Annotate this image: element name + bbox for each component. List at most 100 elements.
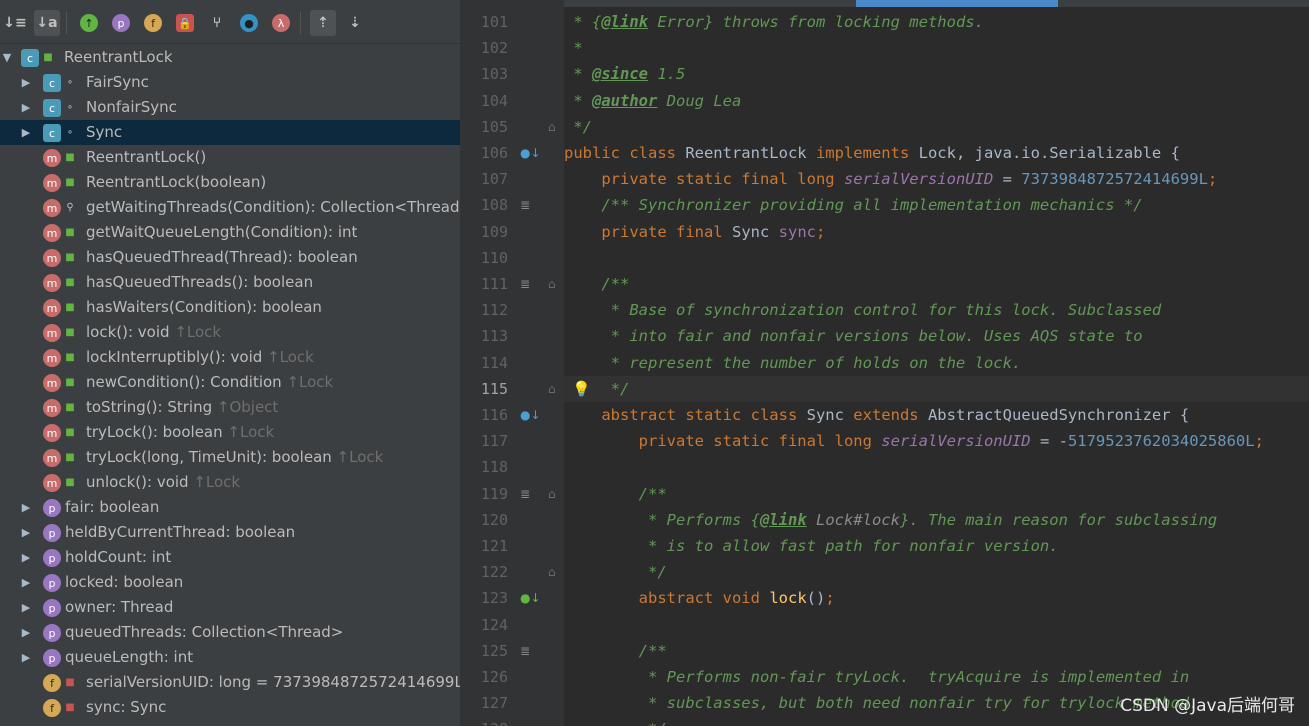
doc-comment-icon[interactable]: ≣ xyxy=(520,481,530,507)
structure-item[interactable]: ▶ c ∘ FairSync xyxy=(0,70,460,95)
show-anonymous-button[interactable]: ● xyxy=(236,10,262,36)
fold-marker-icon[interactable]: ⌂ xyxy=(548,271,556,297)
structure-item[interactable]: m ■ hasQueuedThread(Thread): boolean xyxy=(0,245,460,270)
code-line[interactable]: */ xyxy=(564,559,667,585)
structure-item[interactable]: m ■ tryLock(): boolean ↑Lock xyxy=(0,420,460,445)
structure-item-label: ReentrantLock xyxy=(64,45,173,70)
doc-comment-icon[interactable]: ≣ xyxy=(520,271,530,297)
expand-arrow-closed-icon[interactable]: ▶ xyxy=(19,620,33,645)
structure-item[interactable]: m ■ lock(): void ↑Lock xyxy=(0,320,460,345)
code-line[interactable]: /** xyxy=(564,481,667,507)
code-line[interactable]: * into fair and nonfair versions below. … xyxy=(564,323,1143,349)
structure-item[interactable]: m ■ hasWaiters(Condition): boolean xyxy=(0,295,460,320)
autoscroll-from-source-icon: ⇣ xyxy=(349,15,361,31)
code-line[interactable]: * subclasses, but both need nonfair try … xyxy=(564,690,1199,716)
code-line[interactable]: /** xyxy=(564,271,629,297)
structure-item[interactable]: m ■ toString(): String ↑Object xyxy=(0,395,460,420)
autoscroll-to-source-button[interactable]: ⇡ xyxy=(310,10,336,36)
intention-bulb-icon[interactable]: 💡 xyxy=(572,376,591,402)
code-line[interactable]: * @author Doug Lea xyxy=(564,88,741,114)
expand-arrow-closed-icon[interactable]: ▶ xyxy=(19,95,33,120)
show-non-public-button[interactable]: 🔒 xyxy=(172,10,198,36)
structure-item[interactable]: ▶ p queuedThreads: Collection<Thread> xyxy=(0,620,460,645)
structure-item[interactable]: ▶ c ∘ Sync xyxy=(0,120,460,145)
expand-arrow-closed-icon[interactable]: ▶ xyxy=(19,570,33,595)
class-icon: c xyxy=(43,99,61,117)
sort-visibility-button[interactable]: ↓≡ xyxy=(2,10,28,36)
show-properties-button[interactable]: p xyxy=(108,10,134,36)
expand-arrow-closed-icon[interactable]: ▶ xyxy=(19,545,33,570)
structure-item[interactable]: m ■ tryLock(long, TimeUnit): boolean ↑Lock xyxy=(0,445,460,470)
expand-arrow-closed-icon[interactable]: ▶ xyxy=(19,120,33,145)
fold-marker-icon[interactable]: ⌂ xyxy=(548,559,556,585)
structure-item-label: queueLength: int xyxy=(65,645,193,670)
structure-item[interactable]: m ⚲ getWaitingThreads(Condition): Collecti… xyxy=(0,195,460,220)
structure-item[interactable]: m ■ hasQueuedThreads(): boolean xyxy=(0,270,460,295)
structure-item[interactable]: ▶ p locked: boolean xyxy=(0,570,460,595)
structure-item[interactable]: m ■ newCondition(): Condition ↑Lock xyxy=(0,370,460,395)
structure-item[interactable]: m ■ ReentrantLock() xyxy=(0,145,460,170)
doc-comment-icon[interactable]: ≣ xyxy=(520,638,530,664)
item-signature: NonfairSync xyxy=(86,98,177,116)
override-marker-icon[interactable]: ●↓ xyxy=(520,402,541,428)
structure-item[interactable]: ▶ p heldByCurrentThread: boolean xyxy=(0,520,460,545)
structure-item[interactable]: f ■ serialVersionUID: long = 7373984872572… xyxy=(0,670,460,695)
expand-arrow-closed-icon[interactable]: ▶ xyxy=(19,595,33,620)
code-line[interactable]: abstract static class Sync extends Abstr… xyxy=(564,402,1189,428)
code-line[interactable]: * Performs non-fair tryLock. tryAcquire … xyxy=(564,664,1189,690)
fold-marker-icon[interactable]: ⌂ xyxy=(548,376,556,402)
sort-alpha-button[interactable]: ↓a xyxy=(34,10,60,36)
code-line[interactable]: */ xyxy=(564,114,592,140)
property-icon: p xyxy=(43,574,61,592)
expand-arrow-closed-icon[interactable]: ▶ xyxy=(19,70,33,95)
override-marker-icon[interactable]: ●↓ xyxy=(520,140,541,166)
code-line[interactable]: private final Sync sync; xyxy=(564,219,825,245)
code-line[interactable]: public class ReentrantLock implements Lo… xyxy=(564,140,1180,166)
structure-item[interactable]: f ■ sync: Sync xyxy=(0,695,460,720)
code-line[interactable]: * {@link Error} throws from locking meth… xyxy=(564,9,984,35)
structure-item[interactable]: ▶ p owner: Thread xyxy=(0,595,460,620)
show-lambda-button[interactable]: λ xyxy=(268,10,294,36)
expand-arrow-closed-icon[interactable]: ▶ xyxy=(19,645,33,670)
code-line[interactable]: /** xyxy=(564,638,667,664)
expand-arrow-closed-icon[interactable]: ▶ xyxy=(19,520,33,545)
show-inherited-button[interactable]: ↑ xyxy=(76,10,102,36)
structure-item[interactable]: m ■ getWaitQueueLength(Condition): int xyxy=(0,220,460,245)
watermark: CSDN @Java后端何哥 xyxy=(1120,696,1295,716)
fold-marker-icon[interactable]: ⌂ xyxy=(548,481,556,507)
code-line[interactable]: private static final long serialVersionU… xyxy=(564,166,1217,192)
code-line[interactable]: private static final long serialVersionU… xyxy=(564,428,1264,454)
code-line[interactable]: * Base of synchronization control for th… xyxy=(564,297,1162,323)
show-lambdas-button[interactable]: ⑂ xyxy=(204,10,230,36)
expand-arrow-closed-icon[interactable]: ▶ xyxy=(19,495,33,520)
code-editor[interactable]: 101 102 103 104 105 106 107 108 109 110 111 112 113 1… xyxy=(460,0,1309,726)
code-line[interactable]: */ xyxy=(564,716,667,726)
code-line[interactable]: * is to allow fast path for nonfair vers… xyxy=(564,533,1059,559)
implemented-marker-icon[interactable]: ●↓ xyxy=(520,585,541,611)
structure-item[interactable]: ▶ p holdCount: int xyxy=(0,545,460,570)
editor-gutter[interactable]: 101 102 103 104 105 106 107 108 109 110 111 112 113 1… xyxy=(460,0,564,726)
structure-item[interactable]: ▶ p queueLength: int xyxy=(0,645,460,670)
code-line[interactable]: * @since 1.5 xyxy=(564,61,685,87)
public-unlock-icon: ■ xyxy=(65,326,75,338)
code-line[interactable]: * represent the number of holds on the l… xyxy=(564,350,1022,376)
code-line[interactable]: abstract void lock(); xyxy=(564,585,835,611)
structure-item[interactable]: ▶ p fair: boolean xyxy=(0,495,460,520)
doc-comment-icon[interactable]: ≣ xyxy=(520,192,530,218)
code-line[interactable]: * Performs {@link Lock#lock}. The main r… xyxy=(564,507,1217,533)
expand-arrow-open-icon[interactable]: ▼ xyxy=(0,45,14,70)
structure-item[interactable]: m ■ unlock(): void ↑Lock xyxy=(0,470,460,495)
structure-item[interactable]: m ■ lockInterruptibly(): void ↑Lock xyxy=(0,345,460,370)
structure-item[interactable]: m ■ ReentrantLock(boolean) xyxy=(0,170,460,195)
structure-item[interactable]: ▶ c ∘ NonfairSync xyxy=(0,95,460,120)
code-line[interactable]: /** Synchronizer providing all implement… xyxy=(564,192,1142,218)
code-line[interactable]: * xyxy=(564,35,582,61)
method-icon: m xyxy=(43,449,61,467)
show-fields-button[interactable]: f xyxy=(140,10,166,36)
fold-marker-icon[interactable]: ⌂ xyxy=(548,114,556,140)
item-signature: getWaitQueueLength(Condition): int xyxy=(86,223,358,241)
field-icon: f xyxy=(43,699,61,717)
autoscroll-from-source-button[interactable]: ⇣ xyxy=(342,10,368,36)
structure-item[interactable]: ▼ c ■ ReentrantLock xyxy=(0,45,460,70)
structure-item-label: queuedThreads: Collection<Thread> xyxy=(65,620,343,645)
